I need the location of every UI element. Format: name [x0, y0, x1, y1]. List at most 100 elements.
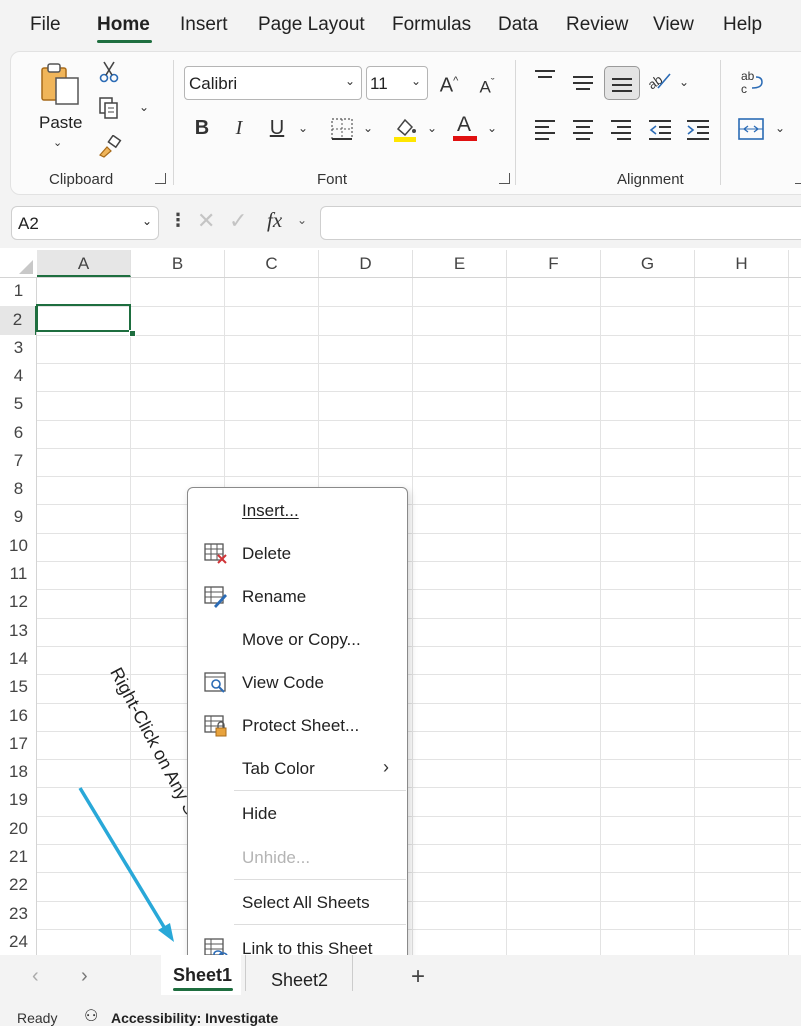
menu-review[interactable]: Review — [566, 14, 628, 36]
menu-item-rename[interactable]: Rename — [188, 579, 407, 615]
chevron-right-icon[interactable]: › — [81, 965, 88, 988]
wrap-text-icon[interactable]: ab c — [740, 68, 766, 96]
column-header-e[interactable]: E — [413, 250, 507, 277]
copy-dropdown-icon[interactable]: ⌄ — [139, 100, 149, 114]
align-right-icon[interactable] — [610, 118, 632, 140]
row-header-14[interactable]: 14 — [0, 649, 37, 677]
row-header-2[interactable]: 2 — [0, 306, 37, 335]
merge-center-icon[interactable] — [738, 118, 764, 140]
accessibility-icon: ⚇ — [84, 1008, 99, 1025]
paste-label[interactable]: Paste — [39, 113, 82, 133]
menu-help[interactable]: Help — [723, 14, 762, 36]
increase-indent-icon[interactable] — [686, 118, 710, 140]
chevron-down-icon[interactable]: ⌄ — [297, 213, 307, 227]
menu-item-move-copy[interactable]: Move or Copy... — [188, 622, 407, 658]
column-header-b[interactable]: B — [131, 250, 225, 277]
paste-button[interactable] — [38, 60, 86, 108]
fill-color-dropdown-icon[interactable]: ⌄ — [427, 121, 437, 135]
borders-icon[interactable] — [330, 117, 354, 141]
column-header-d[interactable]: D — [319, 250, 413, 277]
copy-icon[interactable] — [97, 96, 121, 120]
bold-button[interactable]: B — [191, 115, 213, 141]
menu-item-protect-sheet[interactable]: Protect Sheet... — [188, 708, 407, 744]
chevron-left-icon[interactable]: ‹ — [32, 965, 39, 988]
column-header-g[interactable]: G — [601, 250, 695, 277]
underline-dropdown-icon[interactable]: ⌄ — [298, 121, 308, 135]
column-header-h[interactable]: H — [695, 250, 789, 277]
merge-dropdown-icon[interactable]: ⌄ — [775, 121, 785, 135]
row-header-23[interactable]: 23 — [0, 904, 37, 932]
menu-insert[interactable]: Insert — [180, 14, 228, 36]
column-header-c[interactable]: C — [225, 250, 319, 277]
name-box[interactable]: A2 ⌄ — [11, 206, 159, 240]
italic-button[interactable]: I — [228, 115, 250, 141]
fill-color-icon[interactable] — [392, 115, 418, 143]
font-name-dropdown[interactable]: Calibri ⌄ — [184, 66, 362, 100]
menu-item-tab-color[interactable]: Tab Color › — [188, 751, 407, 787]
row-header-1[interactable]: 1 — [0, 281, 37, 309]
select-all-corner[interactable] — [0, 250, 38, 277]
row-header-11[interactable]: 11 — [0, 564, 37, 592]
clipboard-launcher-icon[interactable] — [155, 173, 166, 184]
row-header-21[interactable]: 21 — [0, 847, 37, 875]
menu-home[interactable]: Home — [97, 14, 150, 36]
row-header-20[interactable]: 20 — [0, 819, 37, 847]
sheet-tab-sheet2[interactable]: Sheet2 — [271, 970, 328, 991]
menu-item-select-all-sheets[interactable]: Select All Sheets — [188, 885, 407, 921]
column-header-a[interactable]: A — [37, 250, 131, 277]
row-header-18[interactable]: 18 — [0, 762, 37, 790]
borders-dropdown-icon[interactable]: ⌄ — [363, 121, 373, 135]
align-left-icon[interactable] — [534, 118, 556, 140]
row-header-12[interactable]: 12 — [0, 592, 37, 620]
menu-view[interactable]: View — [653, 14, 694, 36]
font-color-icon[interactable]: A — [452, 113, 478, 143]
row-header-9[interactable]: 9 — [0, 507, 37, 535]
row-header-6[interactable]: 6 — [0, 423, 37, 451]
decrease-indent-icon[interactable] — [648, 118, 672, 140]
font-launcher-icon[interactable] — [499, 173, 510, 184]
orientation-dropdown-icon[interactable]: ⌄ — [679, 75, 689, 89]
row-header-3[interactable]: 3 — [0, 338, 37, 366]
fill-handle[interactable] — [129, 330, 136, 337]
align-center-icon[interactable] — [572, 118, 594, 140]
middle-align-icon[interactable] — [572, 72, 594, 92]
menu-item-insert[interactable]: Insert... — [188, 493, 407, 529]
cut-icon[interactable] — [98, 60, 120, 84]
menu-item-hide[interactable]: Hide — [188, 796, 407, 832]
column-header-f[interactable]: F — [507, 250, 601, 277]
format-painter-icon[interactable] — [97, 134, 123, 159]
row-header-22[interactable]: 22 — [0, 875, 37, 903]
menu-data[interactable]: Data — [498, 14, 538, 36]
bottom-align-button[interactable] — [604, 66, 640, 100]
row-header-4[interactable]: 4 — [0, 366, 37, 394]
row-header-7[interactable]: 7 — [0, 451, 37, 479]
row-header-17[interactable]: 17 — [0, 734, 37, 762]
underline-button[interactable]: U — [266, 115, 288, 141]
selected-cell[interactable] — [36, 304, 131, 332]
row-header-5[interactable]: 5 — [0, 394, 37, 422]
row-header-19[interactable]: 19 — [0, 790, 37, 818]
menu-file[interactable]: File — [30, 14, 61, 36]
menu-formulas[interactable]: Formulas — [392, 14, 471, 36]
menu-item-delete[interactable]: Delete — [188, 536, 407, 572]
menu-page-layout[interactable]: Page Layout — [258, 14, 365, 36]
font-size-dropdown[interactable]: 11 ⌄ — [366, 66, 428, 100]
row-header-8[interactable]: 8 — [0, 479, 37, 507]
sheet-tab-sheet1[interactable]: Sheet1 — [161, 955, 241, 995]
row-header-15[interactable]: 15 — [0, 677, 37, 705]
row-header-10[interactable]: 10 — [0, 536, 37, 564]
alignment-launcher-icon[interactable] — [795, 173, 801, 184]
decrease-font-size-icon[interactable]: Aˇ — [474, 70, 500, 101]
row-header-13[interactable]: 13 — [0, 621, 37, 649]
orientation-icon[interactable]: ab — [645, 68, 672, 92]
increase-font-size-icon[interactable]: A^ — [436, 68, 462, 99]
top-align-icon[interactable] — [534, 68, 556, 88]
more-options-icon[interactable]: ⋮ — [169, 210, 187, 231]
formula-input[interactable] — [320, 206, 801, 240]
row-header-16[interactable]: 16 — [0, 706, 37, 734]
menu-item-view-code[interactable]: View Code — [188, 665, 407, 701]
font-color-dropdown-icon[interactable]: ⌄ — [487, 121, 497, 135]
insert-function-button[interactable]: fx — [267, 208, 282, 233]
paste-dropdown-icon[interactable]: ⌄ — [53, 136, 62, 149]
add-sheet-button[interactable]: + — [411, 963, 425, 991]
